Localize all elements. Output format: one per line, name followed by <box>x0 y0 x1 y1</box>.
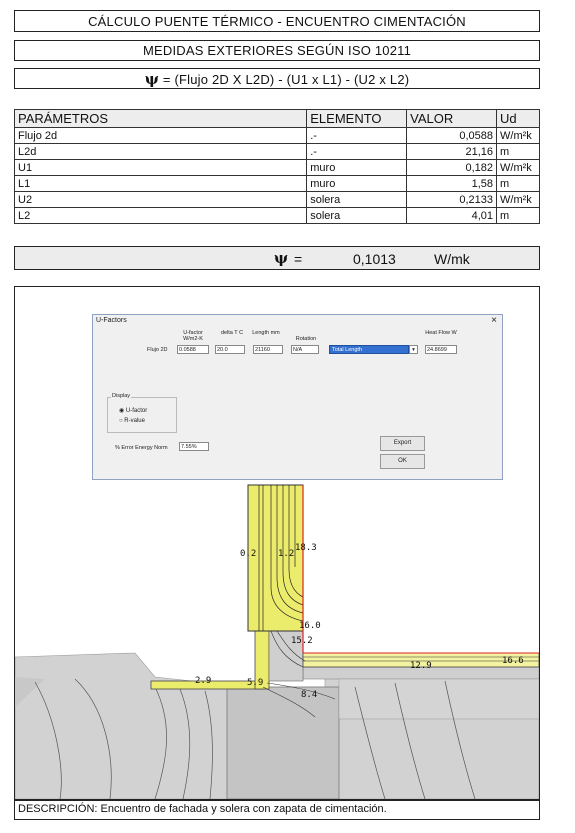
radio-selected-icon: ◉ <box>119 408 125 414</box>
param-unit: m <box>496 207 540 224</box>
figure-label: 12.9 <box>410 661 432 671</box>
result-value: 0,1013 <box>353 251 396 267</box>
thermal-bridge-figure: 0.2 1.2 18.3 16.0 15.2 12.9 16.6 2.9 5.9… <box>14 286 540 800</box>
radio-ufactor-label: U-factor <box>125 408 148 414</box>
radio-rvalue-label: R-value <box>124 418 145 424</box>
param-unit: W/m²k <box>496 159 540 176</box>
table-row: L2d .- 21,16 m <box>13 143 540 160</box>
length-mode-value: Total Length <box>332 347 362 353</box>
param-value: 0,2133 <box>406 191 497 208</box>
dialog-title: U-Factors <box>96 317 127 324</box>
chevron-down-icon[interactable]: ▾ <box>409 345 418 354</box>
param-value: 0,182 <box>406 159 497 176</box>
display-group <box>107 397 177 433</box>
param-element: solera <box>306 191 408 208</box>
rotation-field[interactable]: N/A <box>291 345 319 354</box>
col-rotation-label: Rotation <box>295 336 317 342</box>
header-parametros: PARÁMETROS <box>13 109 308 128</box>
param-value: 21,16 <box>406 143 497 160</box>
parameters-table: PARÁMETROS ELEMENTO VALOR Ud Flujo 2d .-… <box>13 109 540 224</box>
result-psi-symbol: ψ <box>274 249 289 267</box>
radio-unselected-icon: ○ <box>119 418 123 424</box>
table-row: U1 muro 0,182 W/m²k <box>13 159 540 176</box>
col-heatflow-label: Heat Flow W <box>425 330 457 336</box>
param-name: Flujo 2d <box>13 127 308 144</box>
ufactor-field[interactable]: 0.0588 <box>177 345 209 354</box>
table-row: U2 solera 0,2133 W/m²k <box>13 191 540 208</box>
header-elemento: ELEMENTO <box>306 109 408 128</box>
figure-label: 2.9 <box>195 676 212 686</box>
length-field[interactable]: 21160 <box>253 345 283 354</box>
figure-label: 1.2 <box>278 549 295 559</box>
col-deltat-label: delta T C <box>220 330 244 336</box>
formula: ψ = (Flujo 2D X L2D) - (U1 x L1) - (U2 x… <box>14 68 540 89</box>
figure-label: 0.2 <box>240 549 257 559</box>
description: DESCRIPCIÓN: Encuentro de fachada y sole… <box>14 800 540 820</box>
display-group-label: Display <box>111 393 132 399</box>
param-value: 0,0588 <box>406 127 497 144</box>
param-name: L1 <box>13 175 308 192</box>
radio-ufactor[interactable]: ◉ U-factor <box>119 407 147 414</box>
page-title: CÁLCULO PUENTE TÉRMICO - ENCUENTRO CIMEN… <box>14 10 540 32</box>
param-unit: m <box>496 143 540 160</box>
table-row: L1 muro 1,58 m <box>13 175 540 192</box>
heatflow-field[interactable]: 24.8699 <box>425 345 457 354</box>
param-value: 1,58 <box>406 175 497 192</box>
figure-label: 18.3 <box>295 543 317 553</box>
param-element: .- <box>306 127 408 144</box>
param-unit: W/m²k <box>496 127 540 144</box>
table-row: L2 solera 4,01 m <box>13 207 540 224</box>
figure-label: 16.0 <box>299 621 321 631</box>
result-bar: ψ = 0,1013 W/mk <box>14 246 540 270</box>
param-element: solera <box>306 207 408 224</box>
row-label-flujo: Flujo 2D <box>147 347 168 353</box>
param-name: U2 <box>13 191 308 208</box>
result-unit: W/mk <box>434 251 470 267</box>
param-unit: m <box>496 175 540 192</box>
formula-psi-symbol: ψ <box>144 70 160 88</box>
col-ufactor-label: U-factor W/m2-K <box>183 330 203 342</box>
result-equals: = <box>294 251 303 267</box>
header-ud: Ud <box>496 109 540 128</box>
error-norm-field[interactable]: 7.55% <box>179 442 209 451</box>
param-element: .- <box>306 143 408 160</box>
param-value: 4,01 <box>406 207 497 224</box>
page-subtitle: MEDIDAS EXTERIORES SEGÚN ISO 10211 <box>14 40 540 61</box>
param-name: U1 <box>13 159 308 176</box>
param-element: muro <box>306 175 408 192</box>
header-valor: VALOR <box>406 109 497 128</box>
u-factors-dialog: U-Factors × U-factor W/m2-K delta T C Le… <box>92 314 503 480</box>
length-mode-select[interactable]: Total Length <box>329 345 409 354</box>
error-norm-label: % Error Energy Norm <box>115 445 168 451</box>
param-name: L2 <box>13 207 308 224</box>
close-icon[interactable]: × <box>491 315 497 326</box>
col-length-label: Length mm <box>252 330 280 336</box>
export-button[interactable]: Export <box>380 436 425 451</box>
table-row: Flujo 2d .- 0,0588 W/m²k <box>13 127 540 144</box>
figure-label: 15.2 <box>291 636 313 646</box>
figure-label: 5.9 <box>247 678 264 688</box>
deltat-field[interactable]: 20.0 <box>215 345 245 354</box>
figure-label: 8.4 <box>301 690 318 700</box>
ok-button[interactable]: OK <box>380 454 425 469</box>
table-header-row: PARÁMETROS ELEMENTO VALOR Ud <box>13 109 540 128</box>
param-name: L2d <box>13 143 308 160</box>
figure-label: 16.6 <box>502 656 524 666</box>
param-unit: W/m²k <box>496 191 540 208</box>
param-element: muro <box>306 159 408 176</box>
radio-rvalue[interactable]: ○ R-value <box>119 418 145 424</box>
formula-text: = (Flujo 2D X L2D) - (U1 x L1) - (U2 x L… <box>162 72 410 87</box>
